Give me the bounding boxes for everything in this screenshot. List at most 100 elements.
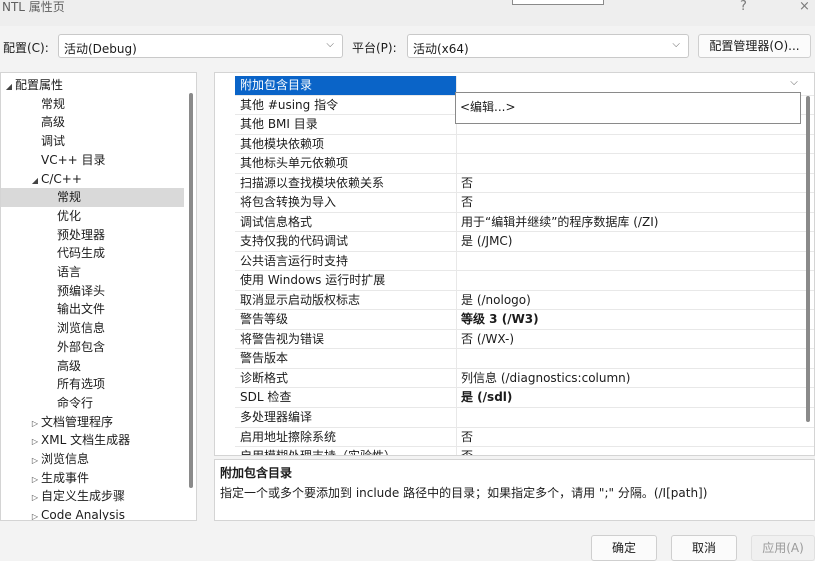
configuration-dropdown[interactable]: 活动(Debug) ⌵ [58,34,343,58]
property-name: 其他标头单元依赖项 [235,154,457,174]
tree-item[interactable]: 优化 [1,207,184,226]
tree-item-label: 常规 [41,96,66,111]
tree-item-label: 代码生成 [57,246,106,261]
property-row[interactable]: 其他模块依赖项 [235,134,814,155]
tree-item-label: 高级 [57,358,82,373]
apply-button[interactable]: 应用(A) [751,535,815,561]
property-row[interactable]: 其他标头单元依赖项 [235,154,814,174]
property-name: 警告版本 [235,349,457,369]
property-value[interactable]: 是 (/JMC) [461,232,513,251]
property-row[interactable]: 调试信息格式 用于“编辑并继续”的程序数据库 (/ZI) [235,212,814,233]
tree-item-label: 命令行 [57,395,94,410]
description-panel: 附加包含目录 指定一个或多个要添加到 include 路径中的目录；如果指定多个… [214,459,815,521]
property-name: 将包含转换为导入 [235,193,457,213]
property-row[interactable]: 支持仅我的代码调试是 (/JMC) [235,232,814,252]
edit-option[interactable]: <编辑...> [460,98,516,115]
help-icon[interactable]: ? [740,0,747,14]
property-row[interactable]: SDL 检查是 (/sdl) [235,388,814,408]
tree-item[interactable]: ▷ 文档管理程序 [1,413,184,432]
tree-item-label: 外部包含 [57,339,106,354]
tree-item[interactable]: 语言 [1,263,184,282]
configuration-value: 活动(Debug) [64,42,137,56]
tree-item[interactable]: ◢ C/C++ [1,170,184,189]
tree-item-label: 配置属性 [15,78,64,92]
tree-item-label: 浏览信息 [57,321,106,336]
tree-item[interactable]: 代码生成 [1,244,184,263]
property-row[interactable]: 启用模糊处理支持（实验性） 否 [235,447,814,455]
tree-item[interactable]: 调试 [1,132,184,151]
property-name: 其他模块依赖项 [235,134,457,154]
property-row[interactable]: 警告等级 等级 3 (/W3) [235,310,814,330]
tree-item-label: C/C++ [41,171,82,186]
tree-item-label: 调试 [41,134,66,149]
tree-item[interactable]: ◢ 配置属性 [1,76,184,95]
collapsed-arrow-icon[interactable]: ▷ [29,508,41,520]
property-row[interactable]: 多处理器编译 [235,408,814,428]
property-name: 附加包含目录 [235,76,457,95]
tree-scrollbar[interactable] [189,93,193,488]
tree-item-label: 高级 [41,115,66,130]
property-row[interactable]: 扫描源以查找模块依赖关系否 [235,173,814,194]
tree-item-label: 输出文件 [57,302,106,317]
property-row[interactable]: 警告版本 [235,349,814,369]
tree-item[interactable]: 高级 [1,113,184,132]
ok-button[interactable]: 确定 [591,535,657,561]
platform-dropdown[interactable]: 活动(x64) ⌵ [407,34,689,58]
tree-item[interactable]: ▷ 浏览信息 [1,450,184,469]
property-value[interactable]: 是 (/sdl) [461,388,512,407]
property-row[interactable]: 将包含转换为导入否 [235,193,814,213]
tree-item[interactable]: 输出文件 [1,300,184,319]
property-value[interactable]: 否 (/WX-) [461,330,514,349]
tree-item-label: XML 文档生成器 [41,433,131,448]
grid-scrollbar[interactable] [806,96,810,422]
property-value[interactable]: 否 [461,428,473,447]
property-row[interactable]: 将警告视为错误否 (/WX-) [235,329,814,350]
property-value[interactable]: 否 [461,193,473,212]
property-row[interactable]: 使用 Windows 运行时扩展 [235,271,814,291]
cancel-button[interactable]: 取消 [671,535,737,561]
tree-item[interactable]: 常规 [1,95,184,114]
tree-item[interactable]: ▷ 自定义生成步骤 [1,487,184,506]
property-row[interactable]: 取消显示启动版权标志是 (/nologo) [235,290,814,311]
configuration-label: 配置(C): [3,41,49,55]
property-value[interactable]: 是 (/nologo) [461,291,531,310]
tree-item[interactable]: 预处理器 [1,226,184,245]
tree-item[interactable]: 所有选项 [1,375,184,394]
title-bar-box [512,0,604,5]
tree-item-label: 生成事件 [41,470,90,485]
tree-item-label: 预编译头 [57,283,106,298]
tree-item[interactable]: 外部包含 [1,338,184,357]
tree-item[interactable]: 预编译头 [1,282,184,301]
tree-item[interactable]: 常规 [1,188,184,207]
configuration-manager-button[interactable]: 配置管理器(O)... [698,34,811,58]
tree-item[interactable]: ▷ 生成事件 [1,469,184,488]
window-title: NTL 属性页 [2,0,65,14]
tree-item[interactable]: ▷ XML 文档生成器 [1,431,184,450]
edit-dropdown-popup: <编辑...> [455,92,801,124]
tree-item-label: Code Analysis [41,508,125,521]
property-row[interactable]: 诊断格式 列信息 (/diagnostics:column) [235,368,814,389]
property-name: 取消显示启动版权标志 [235,290,457,310]
chevron-down-icon[interactable]: ⌵ [785,75,803,91]
tree-item[interactable]: 高级 [1,357,184,376]
tree-item[interactable]: VC++ 目录 [1,151,184,170]
chevron-down-icon: ⌵ [326,39,334,50]
description-text: 指定一个或多个要添加到 include 路径中的目录；如果指定多个，请用 ";"… [220,486,708,500]
property-value[interactable]: 否 [461,174,473,193]
property-row[interactable]: 启用地址擦除系统否 [235,427,814,448]
property-tree: ◢ 配置属性 常规 高级 调试 VC++ 目录 ◢ C/C++ 常规 优化 预处理器 代码生成 语言 预编… [0,72,197,521]
property-name: 启用模糊处理支持（实验性） [235,447,457,455]
property-row[interactable]: 公共语言运行时支持 [235,251,814,272]
tree-item[interactable]: 命令行 [1,394,184,413]
tree-item-label: 所有选项 [57,377,106,392]
property-name: 扫描源以查找模块依赖关系 [235,173,457,193]
property-name: 多处理器编译 [235,408,457,427]
close-icon[interactable]: × [799,0,810,14]
property-value[interactable]: 否 [461,447,473,455]
property-value[interactable]: 等级 3 (/W3) [461,310,539,329]
tree-item[interactable]: 浏览信息 [1,319,184,338]
property-name: 其他 BMI 目录 [235,115,457,135]
property-value[interactable]: 列信息 (/diagnostics:column) [461,369,630,388]
property-value[interactable]: 用于“编辑并继续”的程序数据库 (/ZI) [461,213,658,232]
tree-item[interactable]: ▷ Code Analysis [1,506,184,521]
